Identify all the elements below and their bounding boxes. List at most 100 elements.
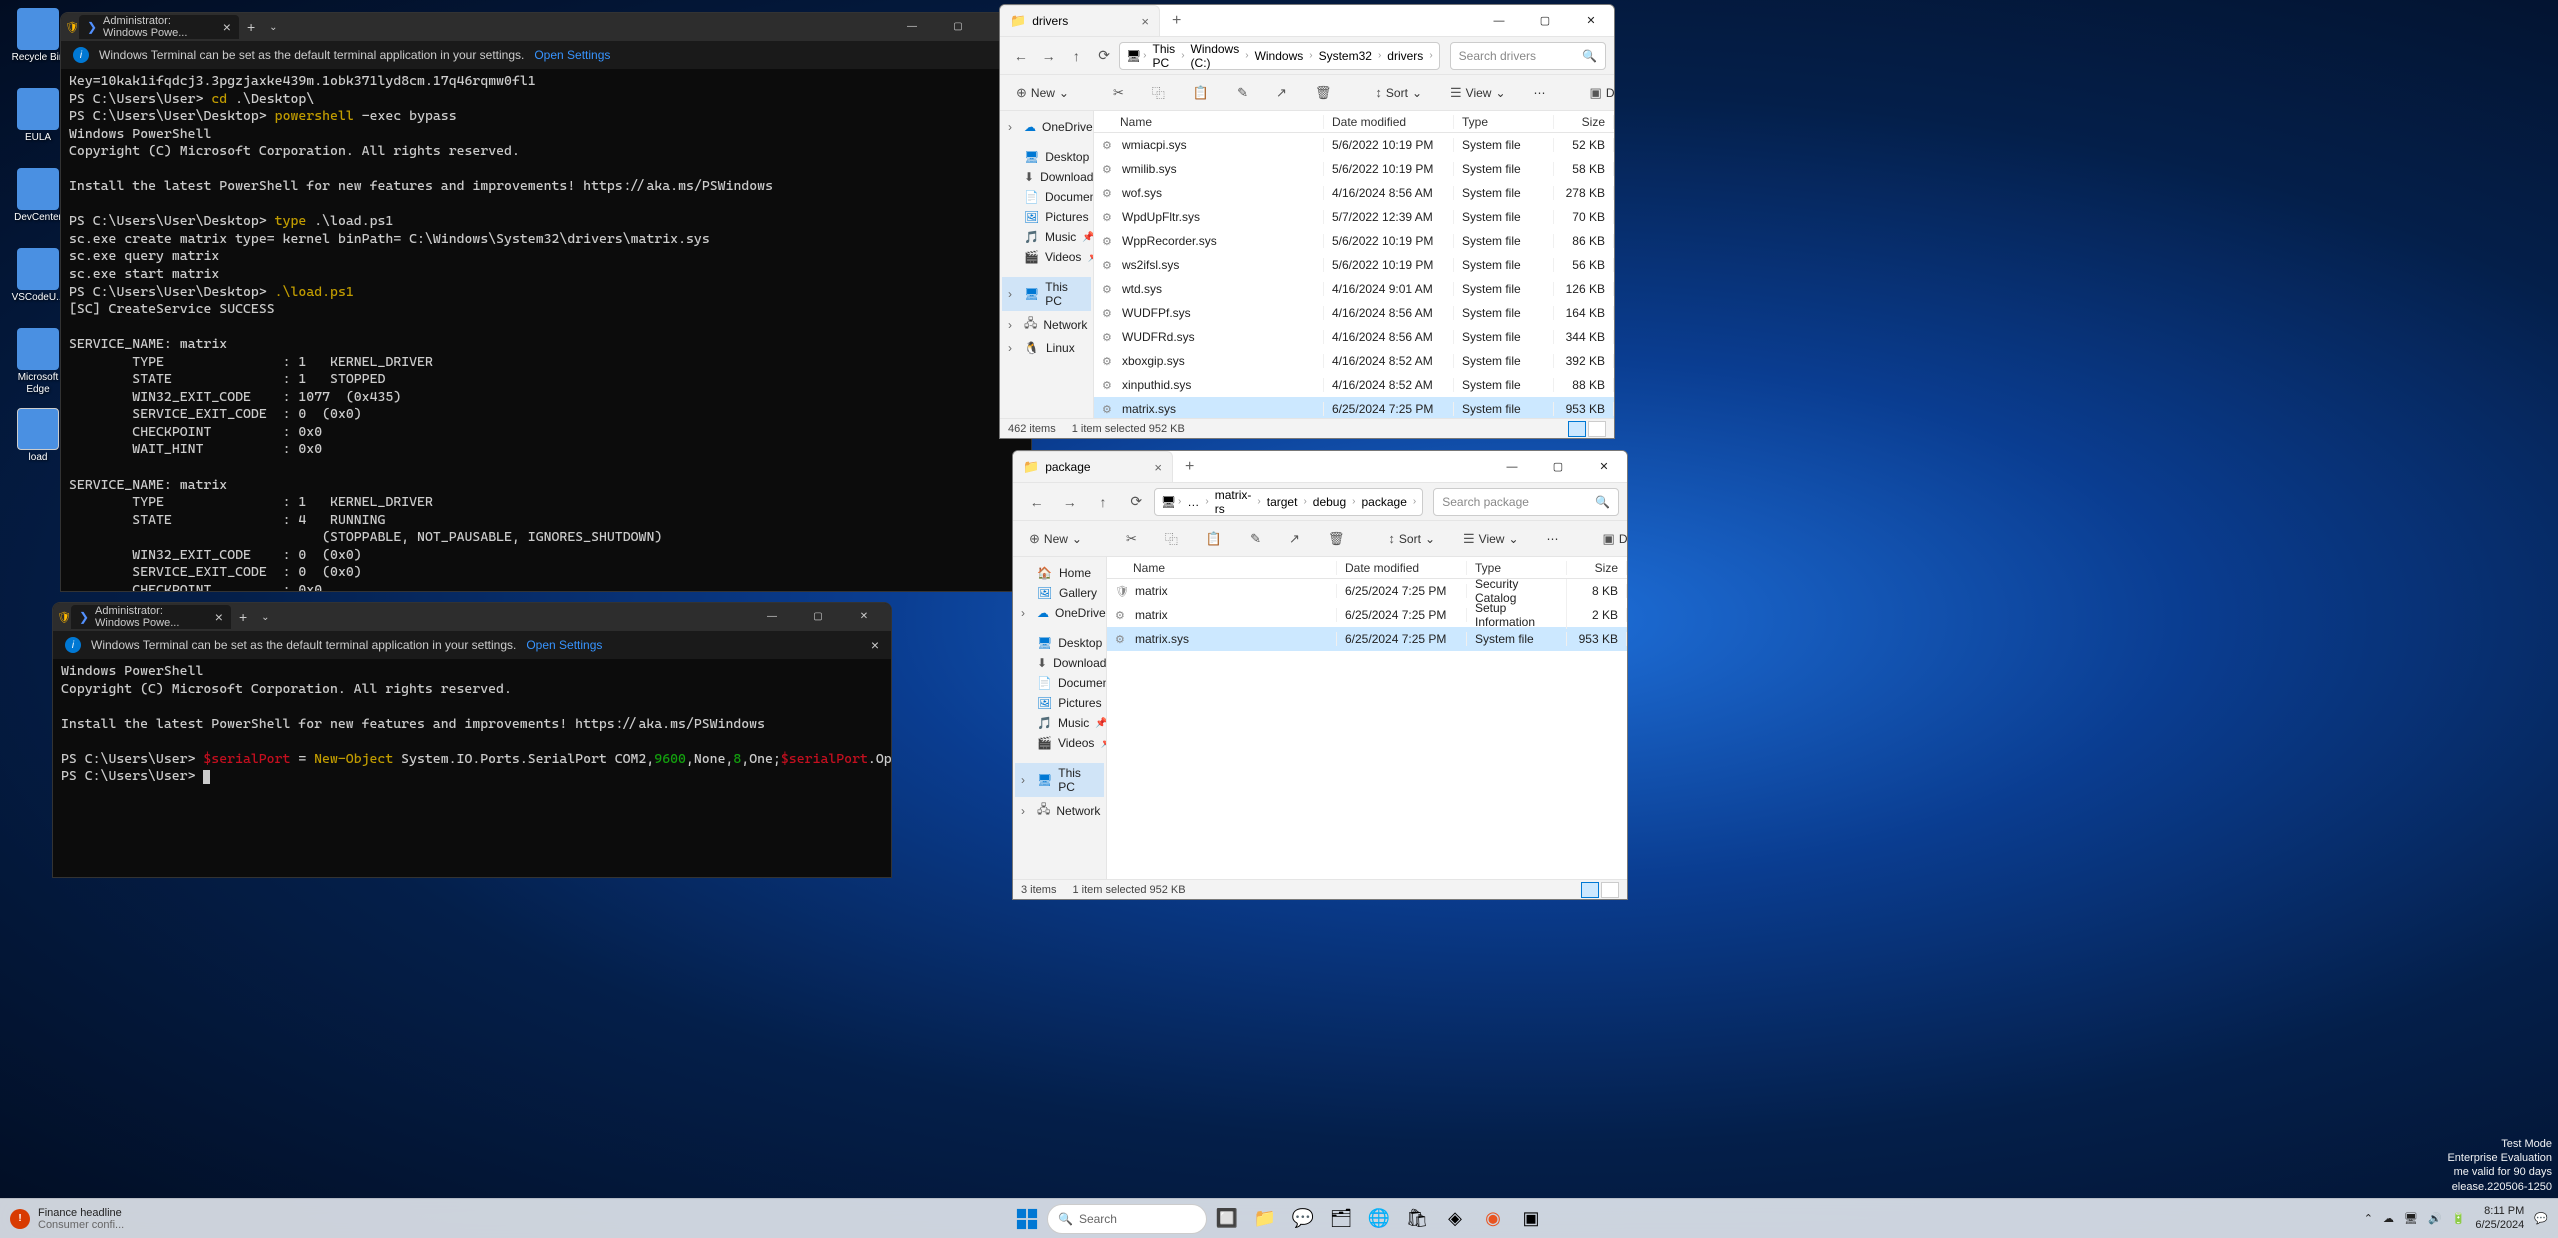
cut-button[interactable]: ✂ xyxy=(1120,527,1143,551)
details-view-button[interactable] xyxy=(1581,882,1599,898)
sidebar-item-linux[interactable]: 🐧Linux xyxy=(1002,338,1091,358)
file-row[interactable]: ⚙wmiacpi.sys5/6/2022 10:19 PMSystem file… xyxy=(1094,133,1614,157)
widgets-panel[interactable]: ! Finance headline Consumer confi... xyxy=(0,1207,134,1231)
sort-button[interactable]: ↕Sort ⌄ xyxy=(1369,81,1428,104)
col-size[interactable]: Size xyxy=(1554,115,1614,129)
thumbnail-view-button[interactable] xyxy=(1588,421,1606,437)
col-date[interactable]: Date modified xyxy=(1324,115,1454,129)
sidebar-item-downloads[interactable]: ⬇Downloads📌 xyxy=(1015,653,1104,673)
search-input[interactable]: Search package 🔍 xyxy=(1433,488,1619,516)
col-type[interactable]: Type xyxy=(1467,561,1567,575)
minimize-button[interactable]: — xyxy=(1489,451,1535,482)
breadcrumb[interactable]: 🖥 › This PC›Windows (C:)›Windows›System3… xyxy=(1119,42,1440,70)
breadcrumb-item[interactable]: target xyxy=(1263,493,1302,511)
volume-icon[interactable]: 🔊 xyxy=(2428,1212,2442,1225)
details-button[interactable]: ▣Details xyxy=(1584,81,1615,105)
search-input[interactable]: Search drivers 🔍 xyxy=(1450,42,1606,70)
share-button[interactable]: ↗ xyxy=(1283,527,1306,551)
file-row[interactable]: ⚙WUDFRd.sys4/16/2024 8:56 AMSystem file3… xyxy=(1094,325,1614,349)
desktop-icon-edge[interactable]: Microsoft Edge xyxy=(8,328,68,396)
breadcrumb-item[interactable]: System32 xyxy=(1315,47,1376,65)
onedrive-icon[interactable]: ☁ xyxy=(2383,1212,2394,1225)
new-tab-button[interactable]: + xyxy=(231,609,255,625)
more-button[interactable]: ⋯ xyxy=(1541,528,1565,550)
sidebar-item-downloads[interactable]: ⬇Downloads📌 xyxy=(1002,167,1091,187)
minimize-button[interactable]: — xyxy=(749,603,795,631)
sidebar-item-onedrive[interactable]: ☁OneDrive xyxy=(1015,603,1104,623)
maximize-button[interactable]: ▢ xyxy=(1535,451,1581,482)
close-button[interactable]: ✕ xyxy=(1568,5,1614,36)
close-tab-icon[interactable]: × xyxy=(1154,460,1162,475)
breadcrumb-item[interactable]: This PC xyxy=(1149,40,1180,72)
col-name[interactable]: Name xyxy=(1107,561,1337,575)
close-button[interactable]: ✕ xyxy=(841,603,887,631)
desktop-icon-recycle-bin[interactable]: Recycle Bin xyxy=(8,8,68,64)
network-icon[interactable]: 🖥 xyxy=(2404,1212,2418,1225)
copy-button[interactable]: ⿻ xyxy=(1159,525,1184,552)
breadcrumb-item[interactable]: drivers xyxy=(1383,47,1427,65)
file-row[interactable]: ⚙wtd.sys4/16/2024 9:01 AMSystem file126 … xyxy=(1094,277,1614,301)
sidebar-item-gallery[interactable]: 🖼Gallery xyxy=(1015,583,1104,603)
col-type[interactable]: Type xyxy=(1454,115,1554,129)
breadcrumb-item[interactable]: … xyxy=(1183,493,1203,511)
refresh-button[interactable]: ⟳ xyxy=(1091,40,1117,72)
file-row[interactable]: ⚙matrix6/25/2024 7:25 PMSetup Informatio… xyxy=(1107,603,1627,627)
terminal-body[interactable]: Windows PowerShell Copyright (C) Microso… xyxy=(53,659,891,790)
titlebar[interactable]: 🛡 ❯ Administrator: Windows Powe... × + ⌄… xyxy=(53,603,891,631)
new-tab-button[interactable]: + xyxy=(1173,451,1206,482)
breadcrumb-item[interactable]: Windows (C:) xyxy=(1187,40,1244,72)
start-button[interactable] xyxy=(1009,1201,1045,1237)
new-button[interactable]: ⊕New ⌄ xyxy=(1023,527,1088,551)
file-explorer-icon[interactable]: 🗂 xyxy=(1323,1201,1359,1237)
sidebar-item-videos[interactable]: 🎬Videos📌 xyxy=(1002,247,1091,267)
sidebar-item-network[interactable]: 🖧Network xyxy=(1002,311,1091,338)
breadcrumb-item[interactable]: debug xyxy=(1309,493,1350,511)
copy-button[interactable]: ⿻ xyxy=(1146,79,1171,106)
paste-button[interactable]: 📋 xyxy=(1187,81,1215,105)
clock[interactable]: 8:11 PM 6/25/2024 xyxy=(2475,1205,2524,1231)
file-row[interactable]: 🛡matrix6/25/2024 7:25 PMSecurity Catalog… xyxy=(1107,579,1627,603)
terminal-icon[interactable]: ▣ xyxy=(1513,1201,1549,1237)
minimize-button[interactable]: — xyxy=(889,13,935,41)
tab-dropdown-icon[interactable]: ⌄ xyxy=(263,22,283,33)
maximize-button[interactable]: ▢ xyxy=(1522,5,1568,36)
ubuntu-icon[interactable]: ◉ xyxy=(1475,1201,1511,1237)
visual-studio-icon[interactable]: ◈ xyxy=(1437,1201,1473,1237)
sidebar-item-videos[interactable]: 🎬Videos📌 xyxy=(1015,733,1104,753)
desktop-icon-devcenter[interactable]: DevCenter xyxy=(8,168,68,224)
file-row[interactable]: ⚙WpdUpFltr.sys5/7/2022 12:39 AMSystem fi… xyxy=(1094,205,1614,229)
sidebar-item-pictures[interactable]: 🖼Pictures📌 xyxy=(1002,207,1091,227)
column-headers[interactable]: Name Date modified Type Size xyxy=(1094,111,1614,133)
titlebar[interactable]: 📁 drivers × + — ▢ ✕ xyxy=(1000,5,1614,37)
titlebar[interactable]: 📁 package × + — ▢ ✕ xyxy=(1013,451,1627,483)
chat-icon[interactable]: 💬 xyxy=(1285,1201,1321,1237)
delete-button[interactable]: 🗑 xyxy=(1309,81,1338,105)
column-headers[interactable]: Name Date modified Type Size xyxy=(1107,557,1627,579)
rename-button[interactable]: ✎ xyxy=(1244,527,1267,551)
sidebar-item-desktop[interactable]: 🖥Desktop📌 xyxy=(1002,147,1091,167)
details-view-button[interactable] xyxy=(1568,421,1586,437)
terminal-tab[interactable]: ❯ Administrator: Windows Powe... × xyxy=(79,15,239,39)
explorer-icon[interactable]: 📁 xyxy=(1247,1201,1283,1237)
file-row[interactable]: ⚙ws2ifsl.sys5/6/2022 10:19 PMSystem file… xyxy=(1094,253,1614,277)
details-button[interactable]: ▣Details xyxy=(1597,527,1628,551)
breadcrumb-item[interactable]: matrix-rs xyxy=(1211,486,1256,518)
sidebar-item-home[interactable]: 🏠Home xyxy=(1015,563,1104,583)
file-row[interactable]: ⚙WUDFPf.sys4/16/2024 8:56 AMSystem file1… xyxy=(1094,301,1614,325)
sort-button[interactable]: ↕Sort ⌄ xyxy=(1382,527,1441,550)
explorer-tab[interactable]: 📁 package × xyxy=(1013,451,1173,482)
desktop-icon-eula[interactable]: EULA xyxy=(8,88,68,144)
titlebar[interactable]: 🛡 ❯ Administrator: Windows Powe... × + ⌄… xyxy=(61,13,1031,41)
paste-button[interactable]: 📋 xyxy=(1200,527,1228,551)
desktop-icon-load[interactable]: load xyxy=(8,408,68,464)
file-row[interactable]: ⚙matrix.sys6/25/2024 7:25 PMSystem file9… xyxy=(1107,627,1627,651)
rename-button[interactable]: ✎ xyxy=(1231,81,1254,105)
open-settings-link[interactable]: Open Settings xyxy=(534,48,610,62)
refresh-button[interactable]: ⟳ xyxy=(1121,486,1152,518)
file-row[interactable]: ⚙xinputhid.sys4/16/2024 8:52 AMSystem fi… xyxy=(1094,373,1614,397)
store-icon[interactable]: 🛍 xyxy=(1399,1201,1435,1237)
sidebar-item-documents[interactable]: 📄Documents📌 xyxy=(1002,187,1091,207)
sidebar-item-documents[interactable]: 📄Documents📌 xyxy=(1015,673,1104,693)
col-date[interactable]: Date modified xyxy=(1337,561,1467,575)
new-tab-button[interactable]: + xyxy=(1160,5,1193,36)
